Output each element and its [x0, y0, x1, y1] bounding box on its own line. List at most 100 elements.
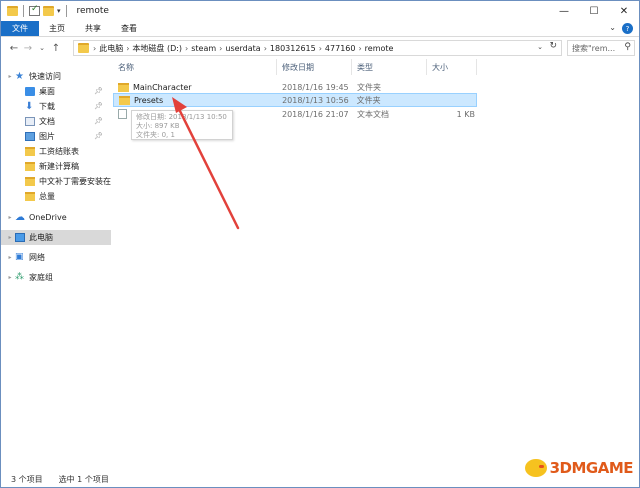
chevron-right-icon[interactable]: ›: [126, 44, 129, 53]
chevron-right-icon[interactable]: ›: [358, 44, 361, 53]
cloud-icon: ☁: [15, 212, 25, 223]
folder-icon: [118, 82, 129, 92]
desktop-icon: [25, 87, 35, 96]
explorer-window: ▾ remote — ☐ ✕ 文件 主页 共享 查看 ⌄ ? ← → ⌄ ↑ ›…: [0, 0, 640, 488]
nav-item-this-pc[interactable]: ▸ 此电脑: [1, 230, 111, 245]
folder-icon: [25, 162, 35, 171]
nav-item-onedrive[interactable]: ▸ ☁ OneDrive: [1, 210, 111, 225]
tooltip-folder: 文件夹: 0, 1: [136, 131, 175, 139]
file-name: MainCharacter: [133, 82, 192, 92]
ribbon-tabs: 文件 主页 共享 查看 ⌄ ?: [1, 21, 639, 37]
nav-item-label: 总量: [39, 192, 55, 201]
refresh-icon[interactable]: ↻: [549, 41, 557, 51]
help-icon[interactable]: ?: [622, 23, 633, 34]
up-arrow-icon[interactable]: ↑: [49, 43, 63, 54]
download-icon: ⬇: [25, 101, 34, 112]
chevron-right-icon[interactable]: ›: [219, 44, 222, 53]
breadcrumb-steam[interactable]: steam: [191, 44, 216, 53]
pin-icon[interactable]: 📌︎: [94, 102, 103, 110]
address-history-icon[interactable]: ⌄: [537, 43, 543, 51]
table-row[interactable]: MainCharacter 2018/1/16 19:45 文件夹: [113, 80, 477, 94]
nav-item-folder[interactable]: 总量: [1, 189, 111, 204]
watermark-text: 3DMGAME: [549, 459, 634, 477]
column-header-name[interactable]: 名称: [113, 59, 277, 75]
chevron-right-icon[interactable]: ›: [185, 44, 188, 53]
pin-icon[interactable]: 📌︎: [94, 87, 103, 95]
mascot-logo-icon: [524, 459, 547, 477]
nav-item-label: 家庭组: [29, 273, 53, 282]
network-icon: ▣: [15, 252, 24, 262]
back-arrow-icon[interactable]: ←: [7, 43, 21, 54]
pin-icon[interactable]: 📌︎: [94, 132, 103, 140]
new-folder-icon[interactable]: [43, 6, 54, 16]
tooltip-date: 修改日期: 2018/1/13 10:50: [136, 113, 227, 121]
expand-arrow-icon[interactable]: ▸: [5, 254, 15, 261]
nav-item-documents[interactable]: 文档 📌︎: [1, 114, 111, 129]
recent-locations-icon[interactable]: ⌄: [35, 44, 49, 52]
window-title: remote: [76, 6, 109, 16]
nav-item-quick-access[interactable]: ▸ ★ 快速访问: [1, 69, 111, 84]
nav-item-label: 工资结账表: [39, 147, 79, 156]
breadcrumb-user-id[interactable]: 180312615: [270, 44, 316, 53]
expand-arrow-icon[interactable]: ▸: [5, 214, 15, 221]
search-placeholder: 搜索"rem...: [572, 43, 616, 53]
star-icon: ★: [15, 71, 24, 82]
tab-file[interactable]: 文件: [1, 21, 39, 36]
nav-item-label: 此电脑: [29, 233, 53, 242]
nav-item-label: 网络: [29, 253, 45, 262]
nav-item-downloads[interactable]: ⬇ 下载 📌︎: [1, 99, 111, 114]
address-bar[interactable]: › 此电脑 › 本地磁盘 (D:) › steam › userdata › 1…: [73, 40, 562, 56]
quick-access-toolbar: ▾: [7, 4, 69, 17]
window-controls: — ☐ ✕: [549, 1, 639, 21]
file-type: 文件夹: [356, 95, 381, 105]
maximize-button[interactable]: ☐: [579, 1, 609, 21]
column-header-type[interactable]: 类型: [352, 59, 427, 75]
close-button[interactable]: ✕: [609, 1, 639, 21]
tab-home[interactable]: 主页: [39, 21, 75, 36]
computer-icon: [15, 233, 25, 242]
breadcrumb-drive-d[interactable]: 本地磁盘 (D:): [132, 43, 182, 54]
breadcrumb-app-id[interactable]: 477160: [325, 44, 356, 53]
text-file-icon: [118, 109, 127, 119]
file-type: 文件夹: [357, 82, 381, 92]
minimize-button[interactable]: —: [549, 1, 579, 21]
column-header-date[interactable]: 修改日期: [277, 59, 352, 75]
address-row: ← → ⌄ ↑ › 此电脑 › 本地磁盘 (D:) › steam › user…: [1, 38, 639, 58]
expand-arrow-icon[interactable]: ▸: [5, 73, 15, 80]
chevron-right-icon[interactable]: ›: [264, 44, 267, 53]
breadcrumb-userdata[interactable]: userdata: [225, 44, 260, 53]
tab-share[interactable]: 共享: [75, 21, 111, 36]
folder-icon: [25, 192, 35, 201]
ribbon-right-controls: ⌄ ?: [609, 23, 633, 34]
table-row-selected[interactable]: Presets 2018/1/13 10:56 文件夹: [113, 93, 477, 107]
expand-arrow-icon[interactable]: ▸: [5, 274, 15, 281]
properties-icon[interactable]: [29, 4, 40, 16]
tab-view[interactable]: 查看: [111, 21, 147, 36]
expand-ribbon-icon[interactable]: ⌄: [609, 23, 616, 34]
search-icon[interactable]: ⚲: [624, 42, 631, 52]
file-type: 文本文档: [357, 109, 389, 119]
chevron-right-icon[interactable]: ›: [93, 44, 96, 53]
nav-item-desktop[interactable]: 桌面 📌︎: [1, 84, 111, 99]
nav-item-pictures[interactable]: 图片 📌︎: [1, 129, 111, 144]
search-input[interactable]: 搜索"rem... ⚲: [567, 40, 635, 56]
column-header-size[interactable]: 大小: [427, 59, 477, 75]
nav-item-homegroup[interactable]: ▸ ⁂ 家庭组: [1, 270, 111, 285]
document-icon: [25, 117, 35, 126]
forward-arrow-icon[interactable]: →: [21, 43, 35, 54]
nav-item-label: 快速访问: [29, 72, 61, 81]
breadcrumb-this-pc[interactable]: 此电脑: [99, 43, 123, 54]
nav-item-folder[interactable]: 新建计算稿: [1, 159, 111, 174]
breadcrumb-remote[interactable]: remote: [365, 44, 394, 53]
nav-item-label: OneDrive: [29, 213, 67, 222]
tooltip-size: 大小: 897 KB: [136, 122, 180, 130]
nav-item-folder[interactable]: 工资结账表: [1, 144, 111, 159]
expand-arrow-icon[interactable]: ▸: [5, 234, 15, 241]
file-date: 2018/1/16 21:07: [282, 109, 349, 119]
pin-icon[interactable]: 📌︎: [94, 117, 103, 125]
nav-item-label: 新建计算稿: [39, 162, 79, 171]
nav-item-network[interactable]: ▸ ▣ 网络: [1, 250, 111, 265]
nav-item-folder[interactable]: 中文补丁需要安装在: [1, 174, 111, 189]
customize-toolbar-icon[interactable]: ▾: [57, 7, 61, 15]
chevron-right-icon[interactable]: ›: [319, 44, 322, 53]
